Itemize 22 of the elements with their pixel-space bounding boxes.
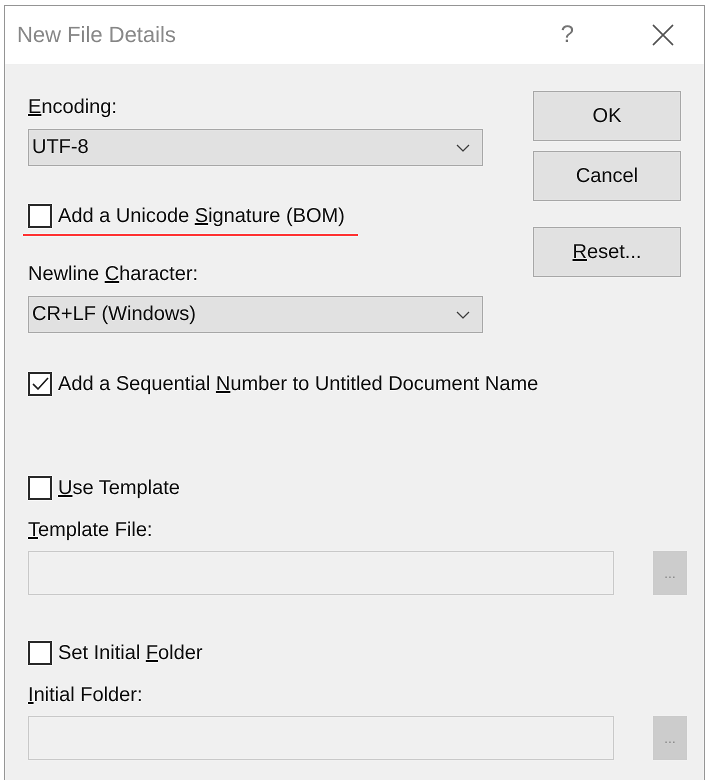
field-label: Template File:	[28, 518, 152, 542]
checkbox[interactable]	[28, 476, 52, 500]
field-label: Newline Character:	[28, 262, 198, 286]
checkbox-label: Add a Unicode Signature (BOM)	[58, 204, 345, 228]
field-label: Encoding:	[28, 95, 117, 119]
dialog-button[interactable]: Cancel	[533, 151, 681, 201]
dialog-button[interactable]: Reset...	[533, 227, 681, 277]
help-button[interactable]: ?	[560, 21, 574, 49]
checkbox[interactable]	[28, 204, 52, 228]
checkbox-label: Add a Sequential Number to Untitled Document Name	[58, 372, 538, 396]
checkbox-label: Use Template	[58, 476, 180, 500]
field-label: Initial Folder:	[28, 683, 142, 707]
chevron-down-icon	[456, 144, 470, 152]
checkbox[interactable]	[28, 372, 52, 396]
checkbox[interactable]	[28, 641, 52, 665]
chevron-down-icon	[456, 310, 470, 318]
dialog-button[interactable]: OK	[533, 91, 681, 141]
checkbox-label: Set Initial Folder	[58, 642, 203, 664]
window-title: New File Details	[17, 22, 176, 48]
close-icon[interactable]	[652, 24, 674, 46]
dropdown[interactable]: CR+LF (Windows)	[28, 296, 483, 333]
dropdown[interactable]: UTF-8	[28, 129, 483, 166]
